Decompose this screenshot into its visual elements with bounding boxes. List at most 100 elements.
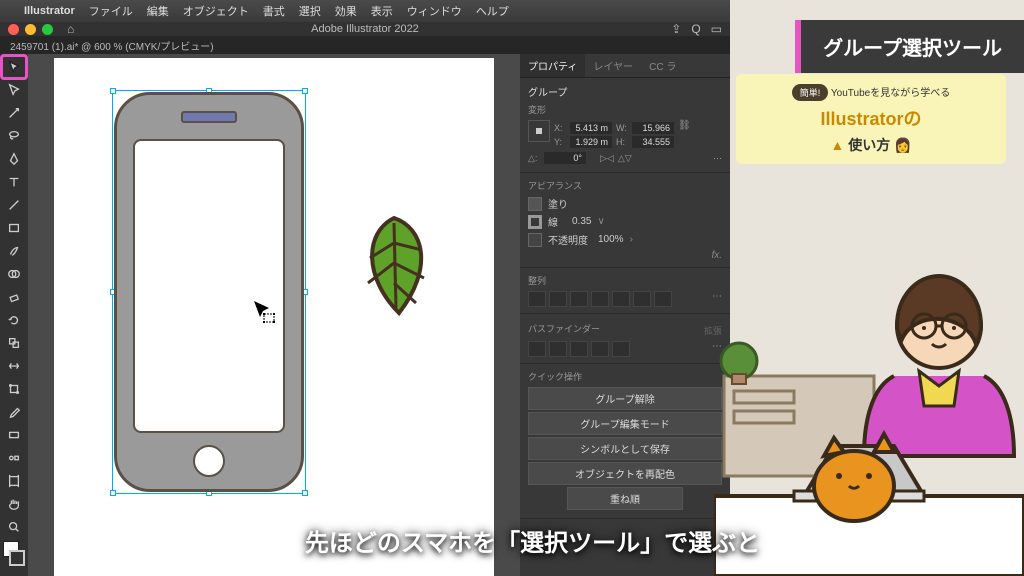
pf-exclude-icon[interactable] (591, 341, 609, 357)
selection-tool[interactable] (2, 56, 26, 78)
group-edit-button[interactable]: グループ編集モード (528, 412, 722, 435)
leaf-artwork[interactable] (344, 208, 444, 333)
align-bottom-icon[interactable] (633, 291, 651, 307)
tab-cc[interactable]: CC ラ (641, 54, 684, 77)
fill-swatch[interactable] (528, 197, 542, 211)
align-title: 整列 (528, 274, 722, 287)
stroke-weight[interactable]: 0.35 (572, 216, 591, 227)
appearance-title: アピアランス (528, 179, 722, 192)
distribute-icon[interactable] (654, 291, 672, 307)
menubar-item[interactable]: オブジェクト (183, 3, 249, 19)
eraser-tool[interactable] (2, 286, 26, 308)
home-icon[interactable]: ⌂ (67, 22, 74, 36)
align-vcenter-icon[interactable] (612, 291, 630, 307)
rectangle-tool[interactable] (2, 217, 26, 239)
brush-tool[interactable] (2, 240, 26, 262)
menubar-item[interactable]: 書式 (263, 3, 285, 19)
pf-minus-icon[interactable] (549, 341, 567, 357)
more-icon[interactable]: ⋯ (712, 341, 722, 357)
minimize-icon[interactable] (25, 24, 36, 35)
quick-actions-title: クイック操作 (528, 370, 722, 383)
rotate-value[interactable]: 0° (544, 152, 586, 164)
pf-unite-icon[interactable] (528, 341, 546, 357)
window-title: Adobe Illustrator 2022 (0, 23, 730, 35)
fill-stroke-swatch[interactable] (3, 541, 25, 566)
opacity-value[interactable]: 100% (598, 234, 624, 245)
rotate-tool[interactable] (2, 309, 26, 331)
align-hcenter-icon[interactable] (549, 291, 567, 307)
magic-wand-tool[interactable] (2, 102, 26, 124)
menubar-item[interactable]: 表示 (371, 3, 393, 19)
document-tab[interactable]: 2459701 (1).ai* @ 600 % (CMYK/プレビュー) (0, 36, 730, 54)
tab-properties[interactable]: プロパティ (520, 54, 585, 77)
flip-h-icon[interactable]: ▷◁ (600, 153, 614, 164)
h-value[interactable]: 34.555 (632, 136, 674, 148)
phone-artwork[interactable] (114, 92, 304, 492)
save-symbol-button[interactable]: シンボルとして保存 (528, 437, 722, 460)
menubar-item[interactable]: 効果 (335, 3, 357, 19)
menubar-item[interactable]: 編集 (147, 3, 169, 19)
properties-panel: プロパティ レイヤー CC ラ グループ 変形 X:5.413 mW:15.96… (520, 54, 730, 576)
fill-label: 塗り (548, 196, 568, 211)
artboard[interactable] (54, 58, 494, 576)
lasso-tool[interactable] (2, 125, 26, 147)
more-icon[interactable]: ⋯ (713, 153, 722, 164)
w-value[interactable]: 15.966 (632, 122, 674, 134)
ungroup-button[interactable]: グループ解除 (528, 387, 722, 410)
share-icon[interactable]: ⇪ (671, 22, 681, 36)
artboard-tool[interactable] (2, 470, 26, 492)
pf-divide-icon[interactable] (612, 341, 630, 357)
character-illustration (714, 196, 1024, 576)
zoom-tool[interactable] (2, 516, 26, 538)
arrange-icon[interactable]: ▭ (711, 22, 722, 36)
menubar-item[interactable]: ウィンドウ (407, 3, 462, 19)
tutorial-title: グループ選択ツール (795, 20, 1024, 73)
tools-panel (0, 54, 28, 576)
arrange-button[interactable]: 重ね順 (567, 487, 683, 510)
free-transform-tool[interactable] (2, 378, 26, 400)
flip-v-icon[interactable]: △▽ (618, 153, 632, 164)
pathfinder-expand[interactable]: 拡張 (704, 324, 722, 337)
canvas[interactable] (28, 54, 520, 576)
scale-tool[interactable] (2, 332, 26, 354)
y-value[interactable]: 1.929 m (570, 136, 612, 148)
menubar-item[interactable]: ヘルプ (476, 3, 509, 19)
opacity-label: 不透明度 (548, 232, 588, 247)
titlebar: ⌂ Adobe Illustrator 2022 ⇪ Q ▭ (0, 22, 730, 36)
illustrator-window: ⌂ Adobe Illustrator 2022 ⇪ Q ▭ 2459701 (… (0, 22, 730, 576)
hand-tool[interactable] (2, 493, 26, 515)
stroke-label: 線 (548, 214, 558, 229)
x-value[interactable]: 5.413 m (570, 122, 612, 134)
align-top-icon[interactable] (591, 291, 609, 307)
transform-title: 変形 (528, 103, 722, 116)
reference-point[interactable] (528, 120, 550, 142)
gradient-tool[interactable] (2, 424, 26, 446)
blend-tool[interactable] (2, 447, 26, 469)
align-right-icon[interactable] (570, 291, 588, 307)
close-icon[interactable] (8, 24, 19, 35)
pf-intersect-icon[interactable] (570, 341, 588, 357)
line-tool[interactable] (2, 194, 26, 216)
menubar-item[interactable]: 選択 (299, 3, 321, 19)
fullscreen-icon[interactable] (42, 24, 53, 35)
tab-layers[interactable]: レイヤー (585, 54, 641, 77)
type-tool[interactable] (2, 171, 26, 193)
link-icon[interactable]: ⛓ (678, 120, 691, 150)
menubar-item[interactable]: ファイル (89, 3, 133, 19)
pen-tool[interactable] (2, 148, 26, 170)
direct-selection-tool[interactable] (2, 79, 26, 101)
align-left-icon[interactable] (528, 291, 546, 307)
pathfinder-title: パスファインダー (528, 322, 600, 335)
tutorial-card: 簡単! YouTubeを見ながら学べる Illustratorの ▲ 使い方 👩 (736, 74, 1006, 164)
shape-builder-tool[interactable] (2, 263, 26, 285)
subtitle: 先ほどのスマホを「選択ツール」で選ぶと (305, 523, 760, 558)
search-icon[interactable]: Q (691, 22, 700, 36)
width-tool[interactable] (2, 355, 26, 377)
opacity-swatch[interactable] (528, 233, 542, 247)
more-icon[interactable]: ⋯ (712, 291, 722, 307)
eyedropper-tool[interactable] (2, 401, 26, 423)
stroke-swatch[interactable] (528, 215, 542, 229)
fx-icon[interactable]: fx. (528, 250, 722, 261)
recolor-button[interactable]: オブジェクトを再配色 (528, 462, 722, 485)
menubar-app[interactable]: Illustrator (24, 5, 75, 17)
